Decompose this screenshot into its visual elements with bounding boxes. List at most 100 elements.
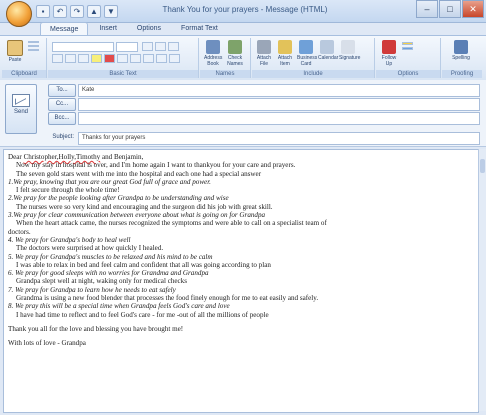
- window-title: Thank You for your prayers - Message (HT…: [162, 5, 328, 14]
- prayer-line: 8. We pray this will be a special time w…: [8, 302, 230, 311]
- follow-up-button[interactable]: Follow Up: [380, 40, 398, 67]
- cc-field[interactable]: [78, 98, 480, 111]
- italic-icon[interactable]: [65, 54, 76, 63]
- prayer-line: 6. We pray for good sleeps with no worri…: [8, 269, 209, 278]
- prayer-line: 5. We pray for Grandpa's muscles to be r…: [8, 252, 213, 261]
- letter-line: When the heart attack came, the nurses r…: [16, 219, 327, 228]
- tab-insert[interactable]: Insert: [90, 22, 126, 35]
- group-label: Basic Text: [48, 70, 198, 78]
- bold-icon[interactable]: [52, 54, 63, 63]
- group-label: Include: [252, 70, 374, 78]
- attach-file-button[interactable]: Attach File: [255, 40, 273, 67]
- letter-text: Dear Christopher,Holly,Timothy and Benja…: [4, 150, 478, 348]
- prayer-line: 2.We pray for the people looking after G…: [8, 194, 229, 203]
- bullets-icon[interactable]: [142, 42, 153, 51]
- subject-field[interactable]: Thanks for your prayers: [78, 132, 480, 145]
- letter-line: Now my stay in hospital is over, and I'm…: [16, 161, 296, 170]
- maximize-button[interactable]: □: [439, 0, 461, 18]
- letter-line: I was able to relax in bed and feel calm…: [16, 260, 271, 269]
- format-buttons: [52, 54, 180, 63]
- letter-line: Grandpa slept well at night, waking only…: [16, 277, 187, 286]
- send-button[interactable]: Send: [5, 84, 37, 134]
- prayer-line: 1.We pray, knowing that you are our grea…: [8, 177, 211, 186]
- tab-options[interactable]: Options: [128, 22, 170, 35]
- align-left-icon[interactable]: [117, 54, 128, 63]
- signature-icon: [341, 40, 355, 54]
- outdent-icon[interactable]: [156, 54, 167, 63]
- letter-line: The nurses were so very kind and encoura…: [16, 202, 273, 211]
- check-names-button[interactable]: Check Names: [226, 40, 244, 67]
- business-card-icon: [299, 40, 313, 54]
- highlight-icon[interactable]: [91, 54, 102, 63]
- group-basic-text: Basic Text: [48, 38, 199, 78]
- tab-message[interactable]: Message: [40, 22, 89, 36]
- to-field[interactable]: Kate: [78, 84, 480, 97]
- redo-icon[interactable]: ↷: [70, 5, 84, 18]
- align-right-icon[interactable]: [143, 54, 154, 63]
- cc-button[interactable]: Cc...: [48, 98, 76, 111]
- title-bar: ▪ ↶ ↷ ▲ ▼ Thank You for your prayers - M…: [0, 0, 486, 27]
- clipboard-icon: [7, 40, 23, 56]
- align-center-icon[interactable]: [130, 54, 141, 63]
- to-button[interactable]: To...: [48, 84, 76, 97]
- window-controls: – □ ✕: [415, 0, 484, 18]
- office-button[interactable]: [6, 1, 32, 27]
- flag-icon: [382, 40, 396, 54]
- body-scrollbar[interactable]: [478, 149, 486, 411]
- font-combo[interactable]: [52, 42, 114, 52]
- calendar-button[interactable]: Calendar: [318, 40, 338, 66]
- copy-icon[interactable]: [28, 45, 39, 47]
- letter-line: The doctors were surprised at how quickl…: [16, 244, 164, 253]
- scrollbar-thumb[interactable]: [480, 159, 485, 173]
- cut-icon[interactable]: [28, 41, 39, 43]
- option-small-buttons: [402, 42, 413, 50]
- business-card-button[interactable]: Business Card: [297, 40, 317, 67]
- prayer-line: 3.We pray for clear communication betwee…: [8, 211, 266, 220]
- spelling-button[interactable]: Spelling: [452, 40, 470, 66]
- paste-button[interactable]: Paste: [6, 40, 24, 66]
- undo-icon[interactable]: ↶: [53, 5, 67, 18]
- clipboard-small-buttons: [28, 41, 39, 51]
- indent-more-icon[interactable]: [169, 54, 180, 63]
- down-icon[interactable]: ▼: [104, 5, 118, 18]
- address-book-button[interactable]: Address Book: [204, 40, 222, 67]
- font-size-combo[interactable]: [116, 42, 138, 52]
- greeting: Dear Christopher,Holly,Timothy and Benja…: [8, 153, 144, 161]
- bcc-field[interactable]: [78, 112, 480, 125]
- underline-icon[interactable]: [78, 54, 89, 63]
- font-color-icon[interactable]: [104, 54, 115, 63]
- group-label: Options: [376, 70, 440, 78]
- bcc-button[interactable]: Bcc...: [48, 112, 76, 125]
- letter-line: Grandma is using a new food blender that…: [16, 294, 319, 303]
- low-importance-icon[interactable]: [402, 47, 413, 50]
- check-names-icon: [228, 40, 242, 54]
- format-painter-icon[interactable]: [28, 49, 39, 51]
- message-body[interactable]: Dear Christopher,Holly,Timothy and Benja…: [3, 149, 479, 413]
- letter-line: The seven gold stars went with me into t…: [16, 169, 262, 178]
- group-proofing: Spelling Proofing: [442, 38, 482, 78]
- ribbon-tabs: Message Insert Options Format Text: [40, 22, 227, 36]
- prayer-line: 7. We pray for Grandpa to learn how he n…: [8, 285, 176, 294]
- prayer-line: 4. We pray for Grandpa's body to heal we…: [8, 235, 131, 244]
- group-include: Attach File Attach Item Business Card Ca…: [252, 38, 375, 78]
- signoff-line: With lots of love - Grandpa: [8, 339, 86, 348]
- paperclip-icon: [257, 40, 271, 54]
- save-icon[interactable]: ▪: [36, 5, 50, 18]
- attach-item-button[interactable]: Attach Item: [276, 40, 294, 67]
- indent-icon[interactable]: [168, 42, 179, 51]
- group-clipboard: Paste Clipboard: [2, 38, 47, 78]
- calendar-icon: [320, 40, 334, 54]
- letter-line: doctors.: [8, 227, 31, 236]
- list-buttons: [142, 42, 179, 51]
- minimize-button[interactable]: –: [416, 0, 438, 18]
- group-label: Names: [200, 70, 250, 78]
- high-importance-icon[interactable]: [402, 42, 413, 45]
- numbering-icon[interactable]: [155, 42, 166, 51]
- tab-format-text[interactable]: Format Text: [172, 22, 227, 35]
- signature-button[interactable]: Signature: [339, 40, 360, 66]
- send-icon: [12, 94, 30, 107]
- greeting-names: Christopher,Holly,Timothy: [23, 153, 101, 161]
- group-label: Clipboard: [2, 70, 46, 78]
- close-button[interactable]: ✕: [462, 0, 484, 18]
- up-icon[interactable]: ▲: [87, 5, 101, 18]
